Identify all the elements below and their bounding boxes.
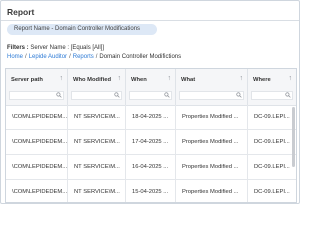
sort-up-icon[interactable]: ↑ [289, 75, 293, 82]
breadcrumb-lepide-auditor[interactable]: Lepide Auditor [29, 54, 67, 60]
breadcrumb-reports[interactable]: Reports [73, 54, 94, 60]
filter-input-where[interactable] [251, 91, 293, 100]
page-title: Report [7, 7, 35, 17]
search-icon [236, 92, 242, 98]
report-panel: Report Report Name - Domain Controller M… [0, 0, 300, 204]
cell-who-modified: NT SERVICE\M... [68, 155, 126, 179]
breadcrumb-home[interactable]: Home [7, 54, 23, 60]
report-table: Server path ↑ Who Modified ↑ When ↑ What… [5, 68, 297, 203]
cell-where: DC-09.LEPI... [254, 164, 290, 170]
column-header-label: Server path [11, 77, 43, 83]
column-header-what[interactable]: What ↑ [176, 69, 248, 105]
column-header-who-modified[interactable]: Who Modified ↑ [68, 69, 126, 105]
table-row[interactable]: \COM\LEPIDEDEM... NT SERVICE\M... 15-04-… [6, 180, 296, 202]
filters-value: Server Name : [Equals [All]] [30, 45, 105, 51]
cell-who-modified: NT SERVICE\M... [68, 180, 126, 202]
filter-input-what[interactable] [179, 91, 244, 100]
sort-up-icon[interactable]: ↑ [168, 75, 172, 82]
cell-where: DC-09.LEPI... [254, 114, 290, 120]
cell-what: Properties Modified ... [176, 130, 248, 154]
column-header-label: Who Modified [73, 77, 111, 83]
cell-what: Properties Modified ... [176, 105, 248, 129]
cell-who-modified: NT SERVICE\M... [68, 130, 126, 154]
vertical-scrollbar[interactable] [292, 107, 295, 167]
cell-who-modified: NT SERVICE\M... [68, 105, 126, 129]
breadcrumb-current: Domain Controller Modifictions [99, 54, 182, 60]
title-divider [1, 20, 299, 21]
filter-input-when[interactable] [129, 91, 172, 100]
column-header-label: What [181, 77, 196, 83]
table-row[interactable]: \COM\LEPIDEDEM... NT SERVICE\M... 16-04-… [6, 155, 296, 180]
cell-when: 15-04-2025 ... [126, 180, 176, 202]
cell-where: DC-09.LEPI... [254, 139, 290, 145]
cell-server-path: \COM\LEPIDEDEM... [6, 180, 68, 202]
cell-server-path: \COM\LEPIDEDEM... [6, 130, 68, 154]
sort-up-icon[interactable]: ↑ [118, 75, 122, 82]
cell-when: 17-04-2025 ... [126, 130, 176, 154]
cell-what: Properties Modified ... [176, 155, 248, 179]
table-row[interactable]: \COM\LEPIDEDEM... NT SERVICE\M... 18-04-… [6, 105, 296, 130]
cell-what: Properties Modified ... [176, 180, 248, 202]
table-header: Server path ↑ Who Modified ↑ When ↑ What… [6, 69, 296, 106]
cell-when: 18-04-2025 ... [126, 105, 176, 129]
cell-server-path: \COM\LEPIDEDEM... [6, 105, 68, 129]
sort-up-icon[interactable]: ↑ [240, 75, 244, 82]
column-header-server-path[interactable]: Server path ↑ [6, 69, 68, 105]
search-icon [114, 92, 120, 98]
search-icon [164, 92, 170, 98]
table-row[interactable]: \COM\LEPIDEDEM... NT SERVICE\M... 17-04-… [6, 130, 296, 155]
filter-input-who-modified[interactable] [71, 91, 122, 100]
column-header-when[interactable]: When ↑ [126, 69, 176, 105]
search-icon [285, 92, 291, 98]
breadcrumb: Home / Lepide Auditor / Reports / Domain Contr… [7, 54, 181, 60]
filters-label: Filters : [7, 45, 29, 51]
column-header-label: When [131, 77, 147, 83]
sort-up-icon[interactable]: ↑ [60, 75, 64, 82]
cell-when: 16-04-2025 ... [126, 155, 176, 179]
column-header-where[interactable]: Where ↑ [248, 69, 296, 105]
column-header-label: Where [253, 77, 271, 83]
report-name-badge: Report Name - Domain Controller Modifica… [7, 24, 157, 35]
filters-line: Filters : Server Name : [Equals [All]] [7, 45, 104, 51]
search-icon [56, 92, 62, 98]
cell-where: DC-09.LEPI... [254, 189, 290, 195]
cell-server-path: \COM\LEPIDEDEM... [6, 155, 68, 179]
filter-input-server-path[interactable] [9, 91, 64, 100]
